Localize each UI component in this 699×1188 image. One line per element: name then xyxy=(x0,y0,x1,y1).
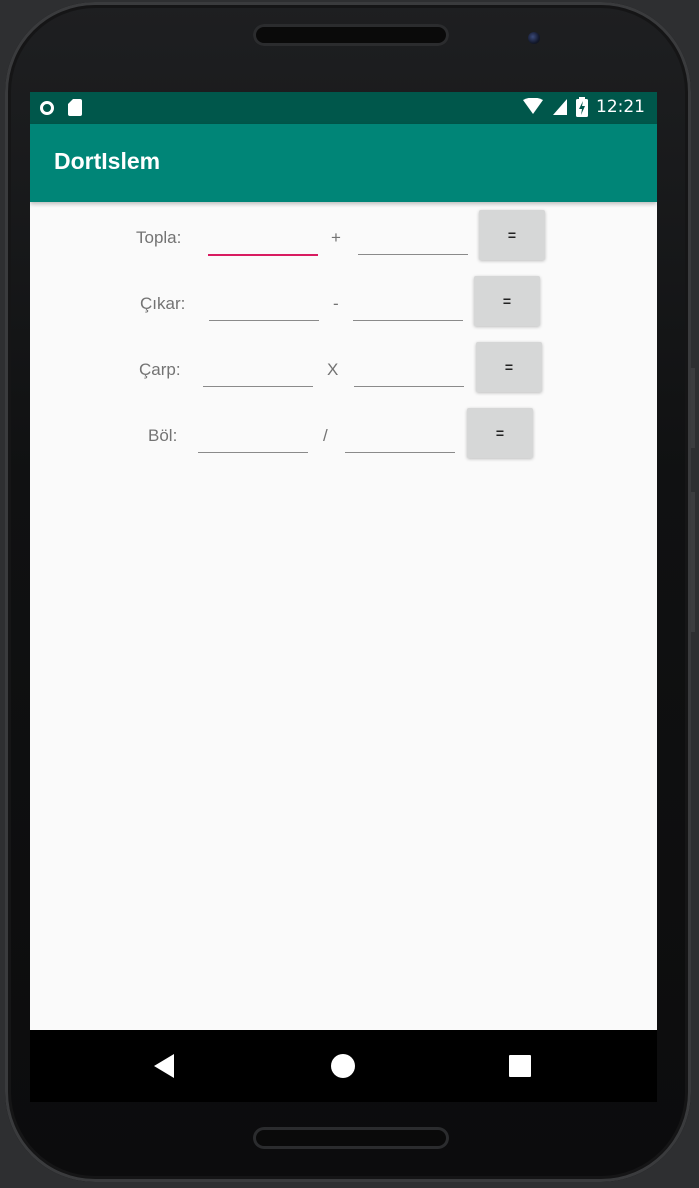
multiply-operator: X xyxy=(327,360,339,379)
device-screen: 12:21 DortIslem Topla: + = Çıkar: - = Ça… xyxy=(30,92,657,1102)
cikar-first-input[interactable] xyxy=(209,290,319,321)
volume-button xyxy=(691,368,695,448)
signal-icon xyxy=(553,99,567,115)
cikar-second-input[interactable] xyxy=(353,290,463,321)
row-label: Topla: xyxy=(136,228,182,247)
navigation-bar xyxy=(30,1030,657,1102)
topla-second-input[interactable] xyxy=(358,224,468,255)
bol-second-input[interactable] xyxy=(345,422,455,453)
bol-equals-button[interactable]: = xyxy=(467,408,533,458)
topla-equals-button[interactable]: = xyxy=(479,210,545,260)
back-icon[interactable] xyxy=(154,1054,174,1078)
recents-icon[interactable] xyxy=(509,1055,531,1077)
status-bar: 12:21 xyxy=(30,92,657,124)
carp-equals-button[interactable]: = xyxy=(476,342,542,392)
home-icon[interactable] xyxy=(331,1054,355,1078)
row-label: Böl: xyxy=(148,426,178,445)
plus-operator: + xyxy=(331,228,341,247)
bol-first-input[interactable] xyxy=(198,422,308,453)
divide-operator: / xyxy=(323,426,328,445)
minus-operator: - xyxy=(333,294,339,313)
sd-card-icon xyxy=(68,99,82,116)
front-camera xyxy=(528,32,540,44)
battery-charging-icon xyxy=(576,97,588,117)
row-label: Çarp: xyxy=(139,360,181,379)
status-time: 12:21 xyxy=(596,97,645,117)
top-speaker xyxy=(253,24,449,46)
row-label: Çıkar: xyxy=(140,294,186,313)
wifi-icon xyxy=(523,98,543,114)
ring-icon xyxy=(40,100,54,115)
bottom-speaker xyxy=(253,1127,449,1149)
app-title: DortIslem xyxy=(54,148,161,174)
power-button xyxy=(691,492,695,632)
carp-second-input[interactable] xyxy=(354,356,464,387)
carp-first-input[interactable] xyxy=(203,356,313,387)
topla-first-input[interactable] xyxy=(208,224,318,256)
app-bar: DortIslem xyxy=(30,124,657,202)
cikar-equals-button[interactable]: = xyxy=(474,276,540,326)
